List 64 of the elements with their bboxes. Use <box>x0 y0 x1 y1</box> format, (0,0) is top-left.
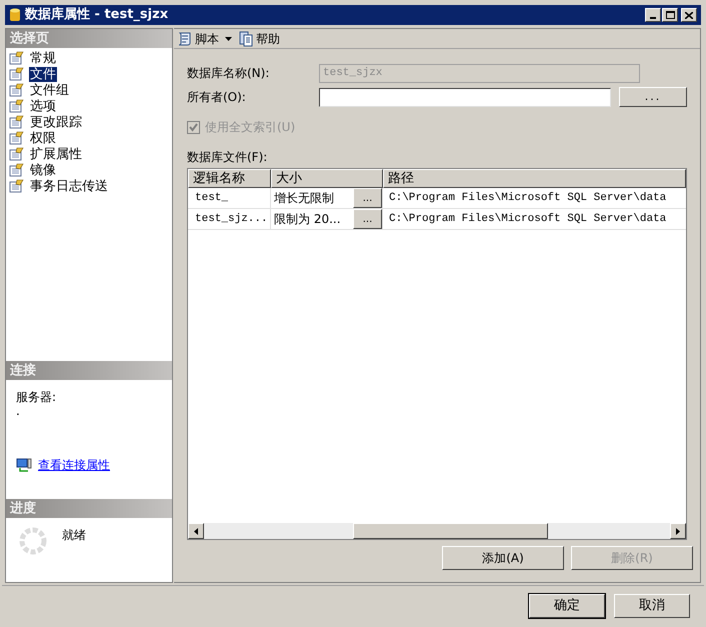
size-edit-button[interactable]: ... <box>353 209 382 229</box>
page-item[interactable]: 更改跟踪 <box>29 114 83 130</box>
table-cell: test_ <box>188 188 271 208</box>
minimize-button[interactable] <box>645 8 661 22</box>
database-icon <box>9 8 21 22</box>
owner-browse-button[interactable]: ... <box>619 87 687 107</box>
page-icon <box>9 83 25 97</box>
page-item[interactable]: 扩展属性 <box>29 146 83 162</box>
progress-status: 就绪 <box>62 527 86 544</box>
file-action-button[interactable]: 添加(A) <box>442 546 564 570</box>
page-icon <box>9 51 25 65</box>
toolbar-button[interactable]: 帮助 <box>238 30 280 48</box>
table-cell: test_sjz... <box>188 209 271 229</box>
page-item[interactable]: 文件 <box>29 66 57 82</box>
page-item[interactable]: 常规 <box>29 50 57 66</box>
scroll-thumb[interactable] <box>353 523 548 539</box>
left-arrow-icon <box>194 528 198 534</box>
connection-properties-link[interactable]: 查看连接属性 <box>38 456 110 474</box>
column-header[interactable]: 路径 <box>383 169 686 188</box>
document-icon <box>238 30 254 46</box>
dialog-button[interactable]: 确定 <box>529 594 605 618</box>
owner-field[interactable] <box>319 88 611 106</box>
section-header: 进度 <box>6 499 172 518</box>
maximize-button[interactable] <box>662 8 678 22</box>
page-icon <box>9 115 25 129</box>
table-cell-text: 增长无限制 <box>273 190 335 207</box>
column-header[interactable]: 大小 <box>271 169 383 188</box>
table-cell-text: 限制为 20... <box>273 211 342 228</box>
dropdown-arrow-icon <box>225 36 232 40</box>
column-header[interactable]: 逻辑名称 <box>188 169 271 188</box>
spinner-icon <box>18 526 48 556</box>
scroll-left-button[interactable] <box>188 523 204 539</box>
page-icon <box>9 131 25 145</box>
page-icon <box>9 163 25 177</box>
window-title: 数据库属性 - test_sjzx <box>25 6 168 24</box>
table-cell-text: C:\Program Files\Microsoft SQL Server\data <box>388 190 668 206</box>
page-item[interactable]: 镜像 <box>29 162 57 178</box>
page-item[interactable]: 选项 <box>29 98 57 114</box>
page-icon <box>9 99 25 113</box>
close-icon <box>685 12 693 18</box>
server-label: 服务器: <box>16 389 58 406</box>
horizontal-scrollbar[interactable] <box>188 523 686 539</box>
scroll-right-button[interactable] <box>670 523 686 539</box>
size-edit-button[interactable]: ... <box>353 188 382 208</box>
page-item[interactable]: 文件组 <box>29 82 70 98</box>
right-arrow-icon <box>676 528 680 534</box>
monitor-icon <box>16 458 32 472</box>
page-icon <box>9 67 25 81</box>
fulltext-label: 使用全文索引(U) <box>205 119 296 136</box>
page-icon <box>9 179 25 193</box>
close-button[interactable] <box>681 8 697 22</box>
section-header: 选择页 <box>6 29 172 48</box>
section-header: 连接 <box>6 361 172 380</box>
server-value: . <box>16 406 21 416</box>
toolbar-button[interactable]: 脚本 <box>177 30 232 48</box>
page-item[interactable]: 事务日志传送 <box>29 178 109 194</box>
scroll-icon <box>177 30 193 46</box>
page-icon <box>9 147 25 161</box>
dialog-button[interactable]: 取消 <box>614 594 690 618</box>
owner-label: 所有者(O): <box>187 89 247 106</box>
name-label: 数据库名称(N): <box>187 65 270 82</box>
table-cell-text: C:\Program Files\Microsoft SQL Server\data <box>388 212 668 227</box>
page-item[interactable]: 权限 <box>29 130 57 146</box>
files-label: 数据库文件(F): <box>187 149 268 166</box>
